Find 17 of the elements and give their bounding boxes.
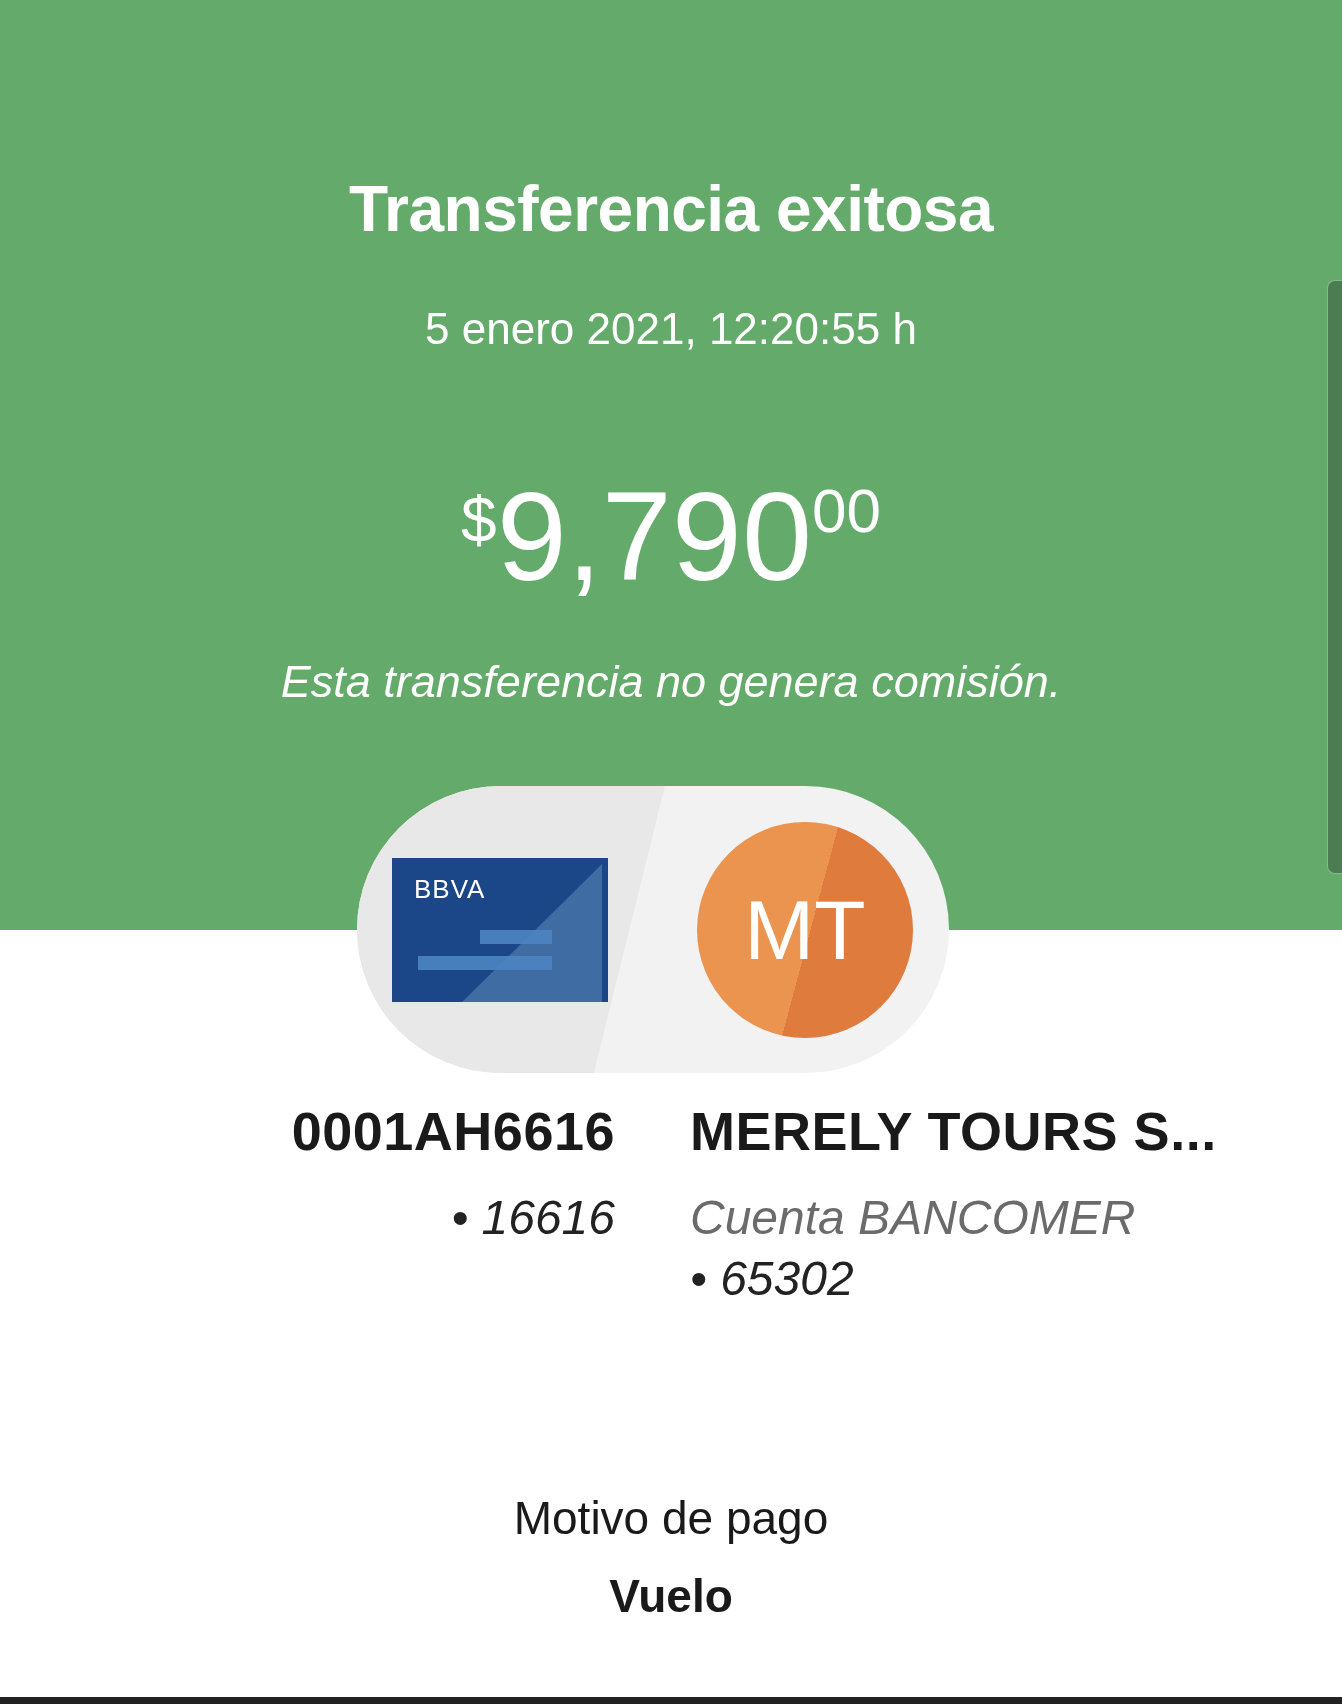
recipient-account-number: • 65302 xyxy=(690,1251,854,1306)
currency-symbol: $ xyxy=(461,488,497,552)
commission-note: Esta transferencia no genera comisión. xyxy=(280,656,1062,708)
amount-value: 9,790 xyxy=(496,474,812,600)
payment-reason-label: Motivo de pago xyxy=(513,1491,829,1545)
amount-cents: 00 xyxy=(811,480,881,542)
recipient-name: MERELY TOURS S... xyxy=(690,1100,1217,1162)
origin-account-name: 0001AH6616 xyxy=(291,1100,615,1162)
origin-account-number: • 16616 xyxy=(451,1190,615,1245)
contact-avatar: MT xyxy=(697,822,913,1038)
scrollbar[interactable] xyxy=(1327,280,1342,874)
recipient-bank: Cuenta BANCOMER xyxy=(690,1190,1136,1245)
screen-title: Transferencia exitosa xyxy=(348,172,994,246)
bank-card-icon xyxy=(392,858,608,1002)
payment-reason-value: Vuelo xyxy=(609,1569,733,1623)
transfer-date: 5 enero 2021, 12:20:55 h xyxy=(425,304,917,354)
card-brand: BBVA xyxy=(414,874,486,905)
